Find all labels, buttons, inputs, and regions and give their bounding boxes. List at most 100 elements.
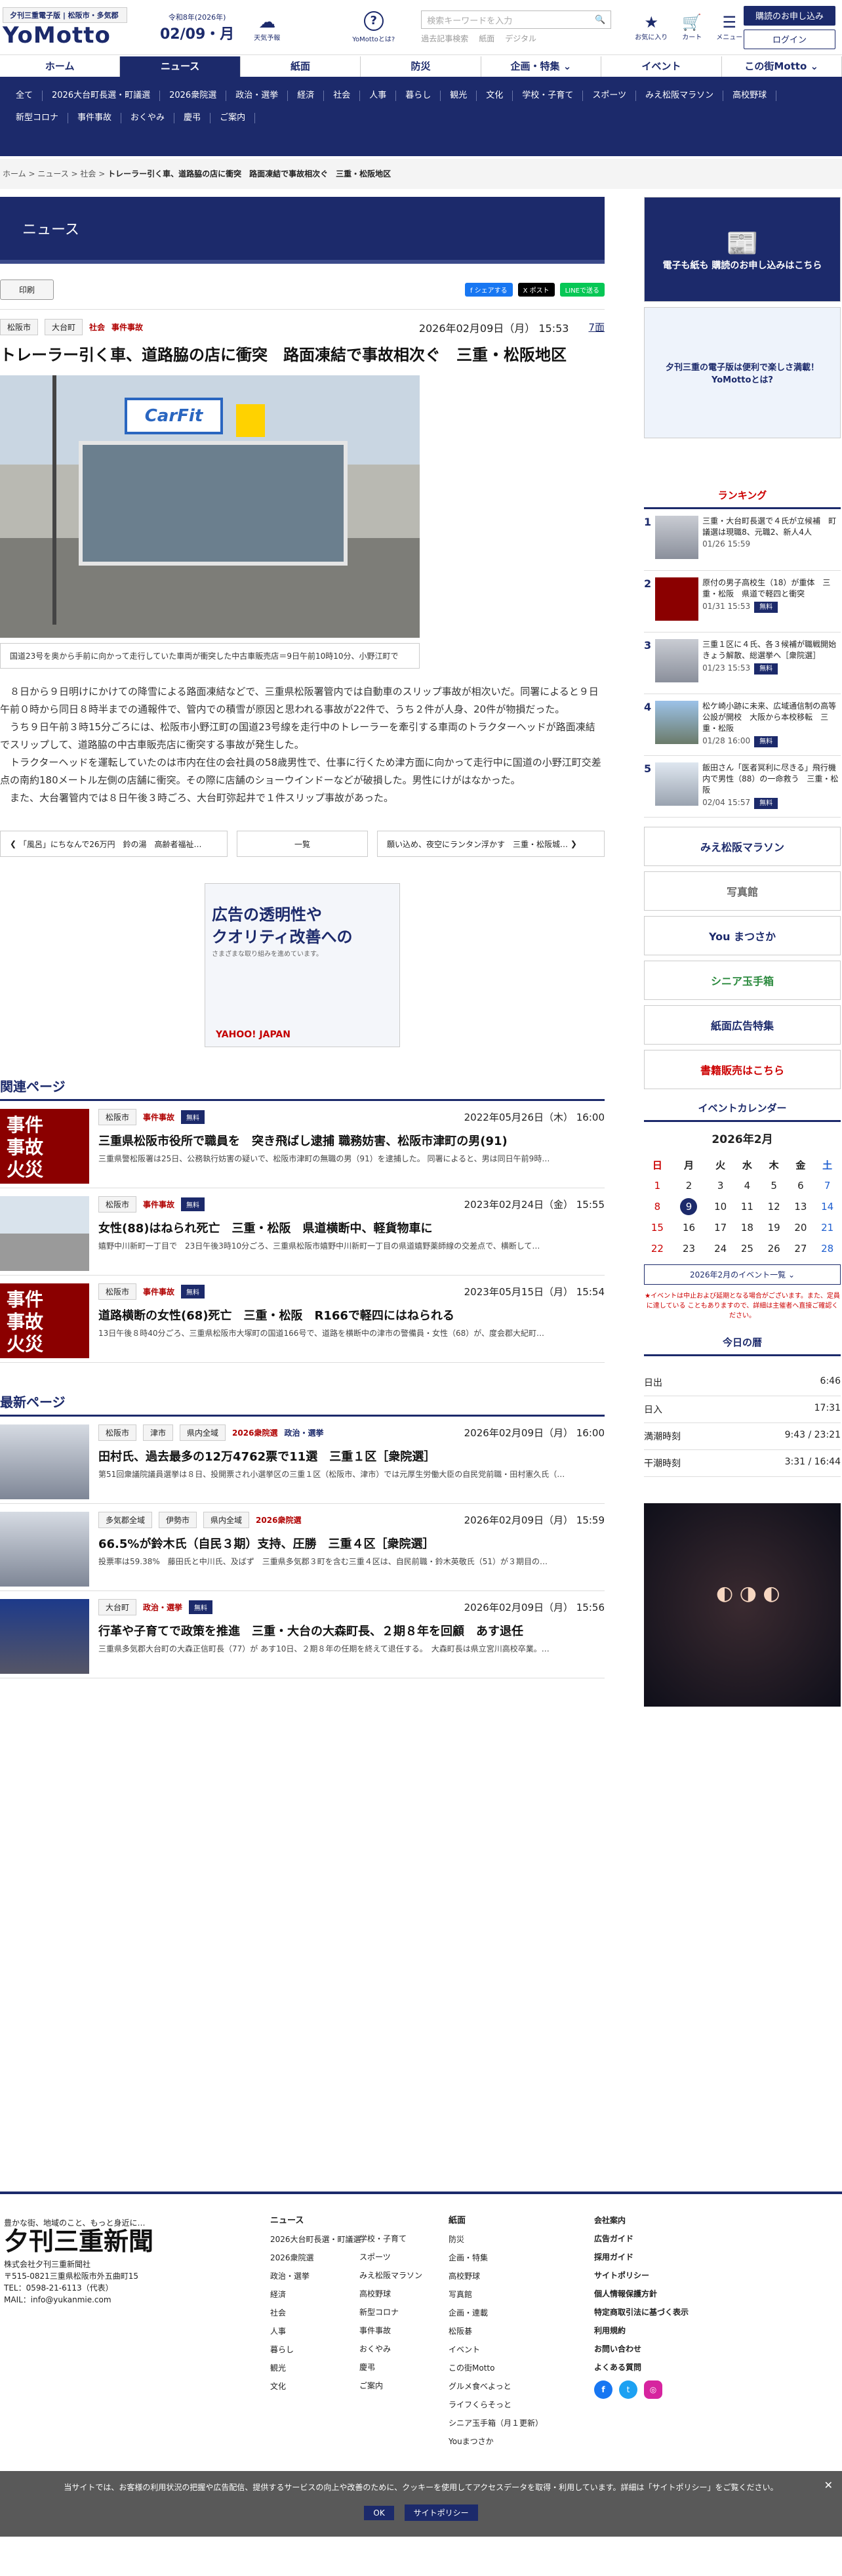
login-button[interactable]: ログイン [744,29,835,49]
footer-link[interactable]: サイトポリシー [594,2266,689,2285]
calendar-day[interactable]: 16 [671,1217,707,1238]
calendar-day[interactable]: 9 [671,1196,707,1217]
subnav-item[interactable]: 慶弔 [174,113,211,123]
about-link[interactable]: ? YoMottoとは? [352,11,395,43]
area-tag[interactable]: 多気郡全域 [98,1512,153,1528]
calendar-day[interactable]: 11 [734,1196,761,1217]
category-label[interactable]: 社会 [89,322,105,333]
article-list-item[interactable]: 松阪市 事件事故 無料 2023年02月24日（金） 15:55 女性(88)はねられ死… [0,1188,605,1276]
ranking-thumbnail[interactable] [655,516,699,559]
crumb-news[interactable]: ニュース [37,169,68,178]
footer-link[interactable]: よくある質問 [594,2358,689,2377]
close-icon[interactable]: ✕ [824,2479,833,2491]
subnav-item[interactable]: 社会 [324,91,361,101]
ranking-title[interactable]: 三重１区に４氏、各３候補が職戦開始 きょう解散、総選挙へ［衆院選］ [702,639,842,661]
area-tag[interactable]: 大台町 [98,1599,137,1615]
facebook-icon[interactable]: f [594,2380,612,2399]
footer-link[interactable]: Youまつさか [449,2432,543,2451]
side-banner[interactable]: 書籍販売はこちら [644,1050,841,1089]
subnav-item[interactable]: 2026衆院選 [160,91,227,101]
subnav-item[interactable]: 文化 [477,91,513,101]
footer-link[interactable]: 個人情報保護方針 [594,2285,689,2303]
area-tag[interactable]: 大台町 [45,319,83,335]
category-label[interactable]: 事件事故 [143,1199,174,1210]
subnav-item[interactable]: スポーツ [583,91,637,101]
footer-link[interactable]: 写真館 [449,2285,543,2304]
calendar-day[interactable]: 18 [734,1217,761,1238]
footer-link[interactable]: ライフくらそっと [449,2396,543,2414]
category-label[interactable]: 2026衆院選 [232,1427,277,1438]
footer-link[interactable]: 社会 [270,2304,361,2322]
footer-link[interactable]: 事件事故 [359,2321,422,2340]
ranking-item[interactable]: 3 三重１区に４氏、各３候補が職戦開始 きょう解散、総選挙へ［衆院選］ 01/23 … [644,633,842,694]
search-link[interactable]: 過去記事検索 [421,33,468,44]
article-thumbnail[interactable] [0,1599,89,1674]
calendar-day[interactable]: 24 [707,1238,734,1259]
subnav-item[interactable]: 人事 [360,91,397,101]
ranking-item[interactable]: 2 原付の男子高校生（18）が重体 三重・松阪 県道で軽四と衝突 01/31 15:… [644,571,841,633]
footer-link[interactable]: 松阪碁 [449,2322,543,2340]
instagram-icon[interactable]: ◎ [644,2380,662,2399]
calendar-day[interactable]: 4 [734,1175,761,1196]
article-list-title[interactable]: 行革や子育てで政策を推進 三重・大台の大森町長、２期８年を回顧 あす退任 [98,1622,605,1639]
nav-machi[interactable]: この街Motto ⌄ [722,56,842,77]
article-list-item[interactable]: 松阪市 津市 県内全域 2026衆院選 政治・選挙 2026年02月09日（月） 16:0… [0,1417,605,1504]
subnav-item[interactable]: 全て [7,91,43,101]
ranking-item[interactable]: 5 飯田さん「医者冥利に尽きる」飛行機内で男性（88）の一命救う 三重・松阪 02/… [644,756,841,818]
side-banner[interactable]: シニア玉手箱 [644,961,841,1000]
side-banner[interactable]: みえ松阪マラソン [644,827,841,866]
lantern-photo[interactable]: ◐ ◑ ◐ [644,1503,841,1707]
footer-link[interactable]: 2026大台町長選・町議選 [270,2230,361,2249]
area-tag[interactable]: 伊勢市 [159,1512,197,1528]
footer-logo[interactable]: 夕刊三重新聞 [4,2229,240,2254]
footer-link[interactable]: ご案内 [359,2377,422,2395]
article-list-item[interactable]: 多気郡全域 伊勢市 県内全域 2026衆院選 2026年02月09日（月） 15:59 6… [0,1504,605,1591]
calendar-day[interactable]: 12 [761,1196,788,1217]
about-banner[interactable]: 夕刊三重の電子版は便利で楽しさ満載！ YoMottoとは? [644,307,841,438]
subnav-item[interactable]: 高校野球 [723,91,777,101]
ranking-title[interactable]: 原付の男子高校生（18）が重体 三重・松阪 県道で軽四と衝突 [702,577,841,600]
calendar-day[interactable]: 1 [644,1175,671,1196]
calendar-day[interactable]: 3 [707,1175,734,1196]
footer-link[interactable]: 経済 [270,2285,361,2304]
ranking-thumbnail[interactable] [655,762,699,806]
subnav-item[interactable]: 政治・選挙 [226,91,289,101]
ad-banner[interactable]: 広告の透明性や クオリティ改善への さまざまな取り組みを進めています。 YAHO… [205,883,400,1047]
calendar-day[interactable]: 5 [761,1175,788,1196]
ranking-title[interactable]: 松ケ崎小跡に未来、広域通信制の高等公設が開校 大阪から本校移転 三重・松阪 [702,701,841,734]
footer-link[interactable]: 防災 [449,2230,543,2249]
cart-link[interactable]: 🛒 カート [682,13,702,41]
subscribe-button[interactable]: 購読のお申し込み [744,5,835,26]
calendar-day[interactable]: 15 [644,1217,671,1238]
line-share-button[interactable]: LINEで送る [559,283,605,297]
category-label[interactable]: 事件事故 [143,1111,174,1123]
area-tag[interactable]: 松阪市 [0,319,39,335]
footer-link[interactable]: グルメ食べよっと [449,2377,543,2396]
ranking-thumbnail[interactable] [655,577,699,621]
cookie-policy-button[interactable]: サイトポリシー [404,2504,478,2521]
side-banner[interactable]: You まつさか [644,916,841,955]
print-button[interactable]: 印刷 [0,280,54,300]
next-article-link[interactable]: 願い込め、夜空にランタン浮かす 三重・松阪城… ❯ [377,831,605,857]
calendar-day[interactable]: 6 [787,1175,814,1196]
category-label[interactable]: 事件事故 [143,1286,174,1297]
nav-news[interactable]: ニュース [120,56,241,77]
calendar-day[interactable]: 21 [814,1217,841,1238]
calendar-day[interactable]: 10 [707,1196,734,1217]
area-tag[interactable]: 松阪市 [98,1424,137,1441]
subnav-item[interactable]: ご案内 [210,113,256,123]
area-tag[interactable]: 松阪市 [98,1196,137,1213]
nav-kikaku[interactable]: 企画・特集 ⌄ [481,56,602,77]
subnav-item[interactable]: 観光 [441,91,477,101]
calendar-day[interactable]: 7 [814,1175,841,1196]
article-list-title[interactable]: 田村氏、過去最多の12万4762票で11選 三重１区［衆院選］ [98,1447,605,1465]
favorite-link[interactable]: ★ お気に入り [635,13,668,41]
footer-link[interactable]: イベント [449,2340,543,2359]
calendar-day[interactable]: 14 [814,1196,841,1217]
category-label[interactable]: 政治・選挙 [143,1602,182,1613]
footer-col-title[interactable]: ニュース [270,2216,304,2226]
nav-shimen[interactable]: 紙面 [241,56,361,77]
article-list-title[interactable]: 66.5%が鈴木氏（自民３期）支持、圧勝 三重４区［衆院選］ [98,1535,605,1552]
footer-link[interactable]: 会社案内 [594,2211,689,2230]
search-link[interactable]: デジタル [505,33,536,44]
